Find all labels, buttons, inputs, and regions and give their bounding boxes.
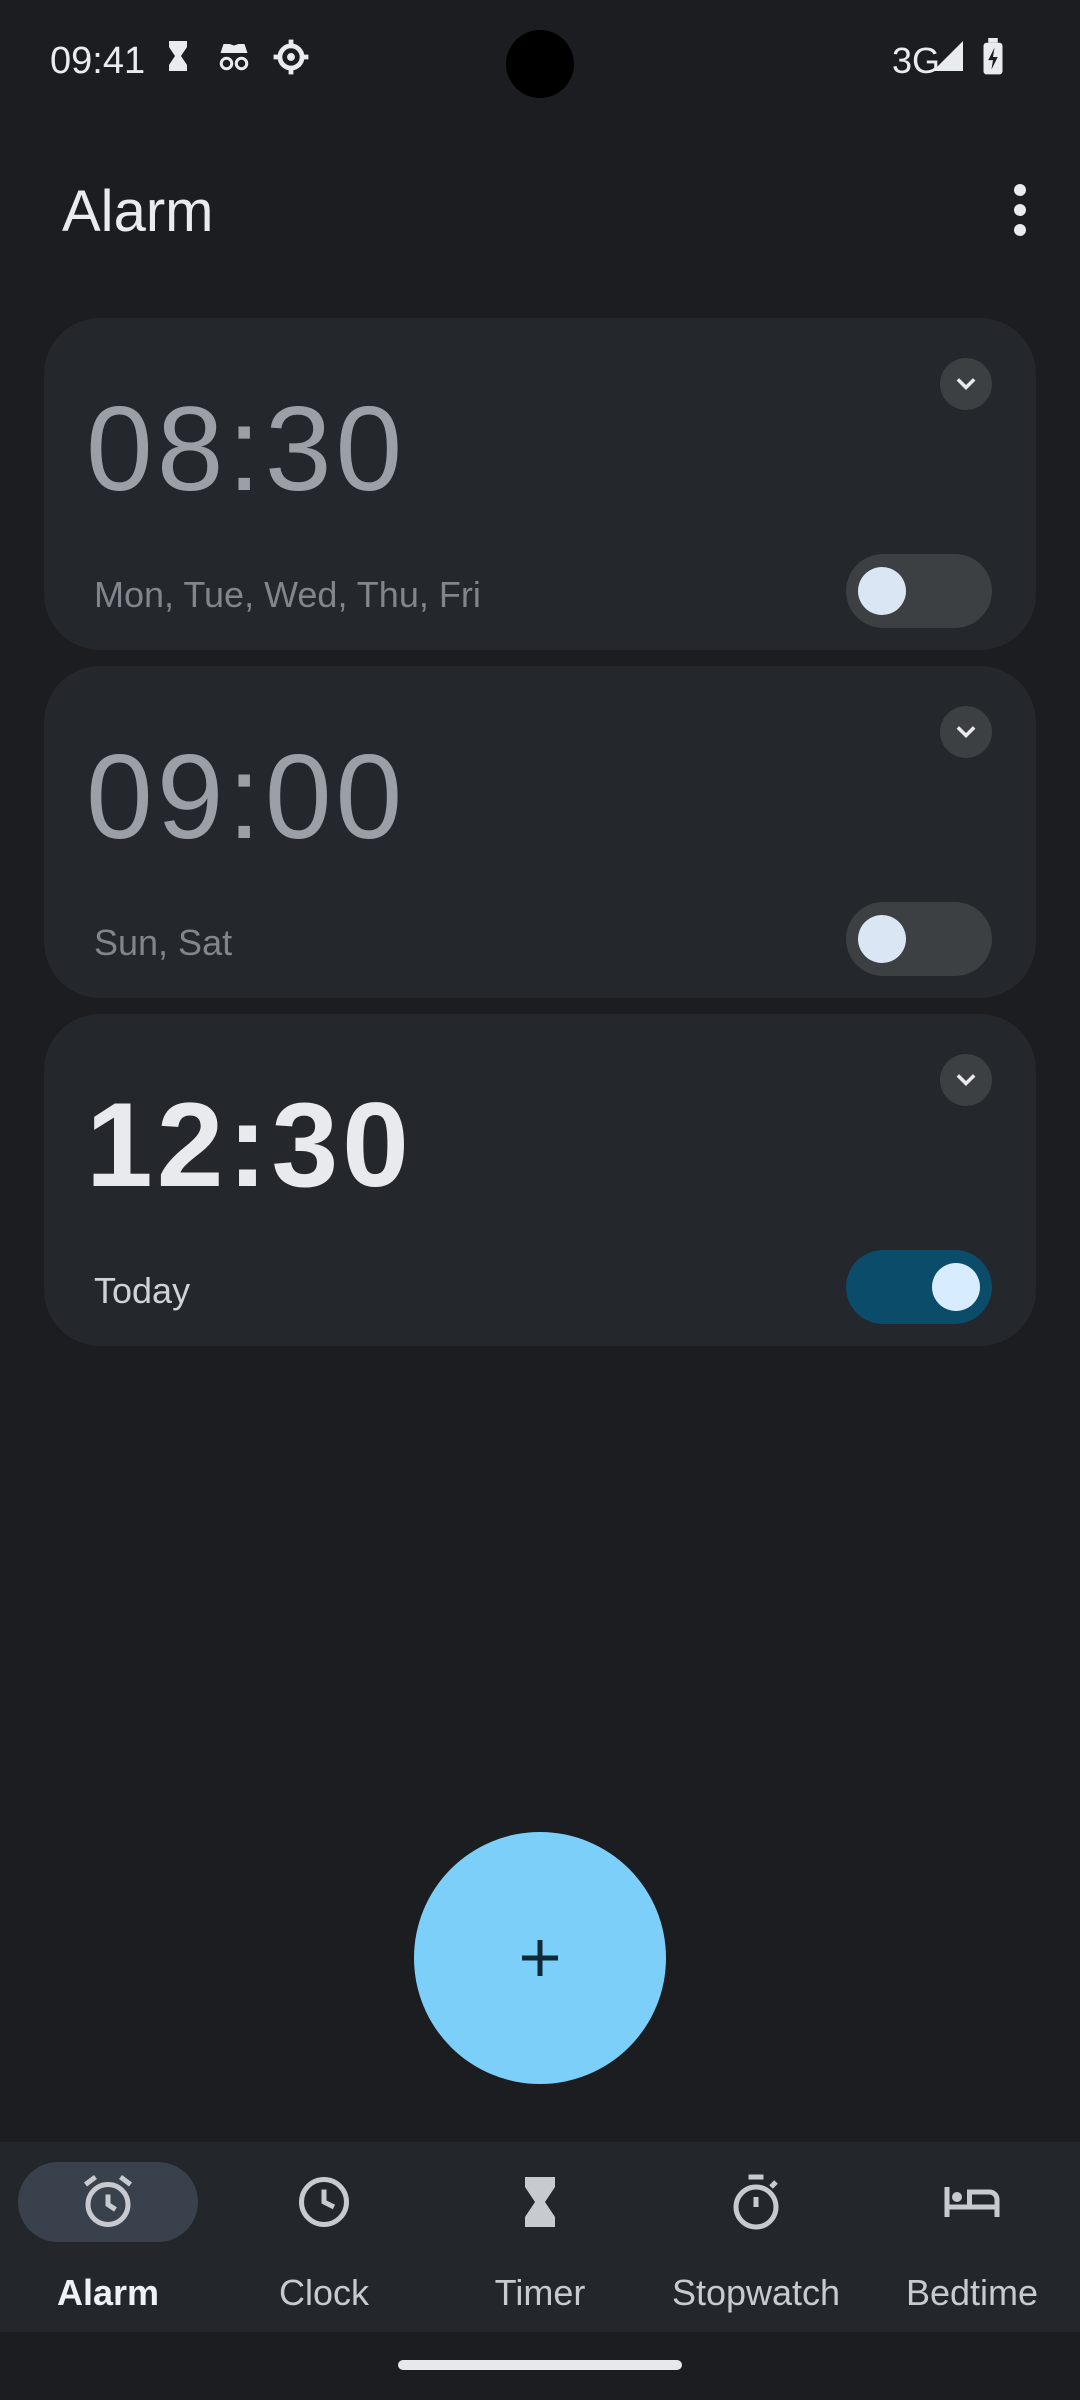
more-options-button[interactable] (1000, 180, 1040, 240)
nav-stopwatch[interactable]: Stopwatch (648, 2162, 864, 2332)
nav-label: Alarm (56, 2272, 160, 2313)
expand-button[interactable] (940, 358, 992, 410)
clock-icon (299, 2177, 349, 2227)
bottom-navigation: Alarm Clock Timer Stopwatch Bedtime (0, 2142, 1080, 2332)
alarm-card[interactable]: 09:00 Sun, Sat (44, 666, 1036, 998)
status-bar: 09:41 3G (0, 0, 1080, 130)
nav-label: Timer (494, 2272, 586, 2313)
nav-label: Bedtime (905, 2272, 1039, 2313)
nav-timer[interactable]: Timer (432, 2162, 648, 2332)
stopwatch-icon (733, 2174, 779, 2230)
signal-icon (930, 38, 972, 80)
incognito-icon (214, 38, 256, 80)
alarm-days: Sun, Sat (94, 922, 233, 963)
chevron-down-icon (956, 1074, 976, 1086)
alarm-time[interactable]: 12:30 (86, 1076, 413, 1214)
alarm-days: Mon, Tue, Wed, Thu, Fri (94, 574, 481, 615)
page-title: Alarm (62, 179, 214, 244)
add-icon (522, 1940, 558, 1976)
alarm-time[interactable]: 09:00 (86, 728, 406, 866)
alarm-card[interactable]: 12:30 Today (44, 1014, 1036, 1346)
alarm-toggle[interactable] (846, 1250, 992, 1324)
hourglass-icon (525, 2177, 555, 2227)
bed-icon (944, 2187, 1000, 2217)
status-time: 09:41 (50, 40, 146, 82)
nav-clock[interactable]: Clock (216, 2162, 432, 2332)
alarm-clock-icon (84, 2175, 132, 2227)
nav-label: Clock (278, 2272, 370, 2313)
front-camera (506, 30, 574, 98)
alarm-days: Today (94, 1270, 191, 1311)
home-indicator[interactable] (398, 2360, 682, 2370)
chevron-down-icon (956, 726, 976, 738)
battery-charging-icon (980, 38, 1022, 80)
more-vert-icon (1014, 184, 1026, 236)
add-alarm-button[interactable] (414, 1832, 666, 2084)
expand-button[interactable] (940, 1054, 992, 1106)
expand-button[interactable] (940, 706, 992, 758)
nav-bedtime[interactable]: Bedtime (864, 2162, 1080, 2332)
hourglass-icon (160, 38, 202, 80)
nav-label: Stopwatch (671, 2272, 841, 2313)
alarm-time[interactable]: 08:30 (86, 380, 406, 518)
alarm-card[interactable]: 08:30 Mon, Tue, Wed, Thu, Fri (44, 318, 1036, 650)
nav-alarm[interactable]: Alarm (0, 2162, 216, 2332)
settings-gear-icon (272, 38, 314, 80)
alarm-toggle[interactable] (846, 554, 992, 628)
alarm-toggle[interactable] (846, 902, 992, 976)
chevron-down-icon (956, 378, 976, 390)
